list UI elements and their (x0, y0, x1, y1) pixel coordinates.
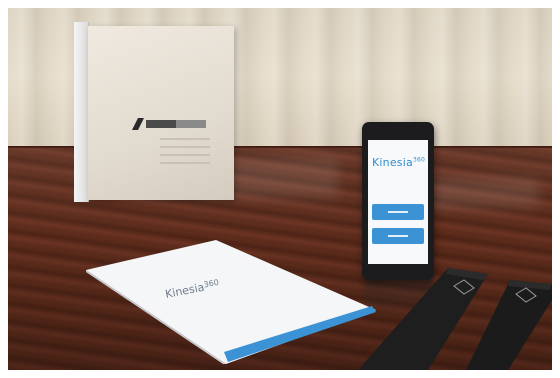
product-photo: Kinesia360 Kinesia360 (8, 8, 552, 370)
photo-frame: Kinesia360 Kinesia360 (0, 0, 560, 378)
app-button-primary[interactable] (372, 204, 424, 220)
app-brand-suffix: 360 (412, 156, 425, 164)
user-manual: Kinesia360 (86, 240, 376, 364)
app-brand: Kinesia (372, 156, 413, 169)
box-logo-icon (132, 118, 206, 130)
sensor-straps (358, 268, 552, 370)
box-spine (74, 22, 89, 202)
app-button-secondary[interactable] (372, 228, 424, 244)
app-logo: Kinesia360 (372, 156, 425, 169)
phone-screen: Kinesia360 (368, 140, 428, 264)
box-front (88, 26, 234, 200)
box-feature-list (160, 138, 210, 170)
product-box (74, 22, 234, 202)
table-glare-right (428, 178, 538, 208)
